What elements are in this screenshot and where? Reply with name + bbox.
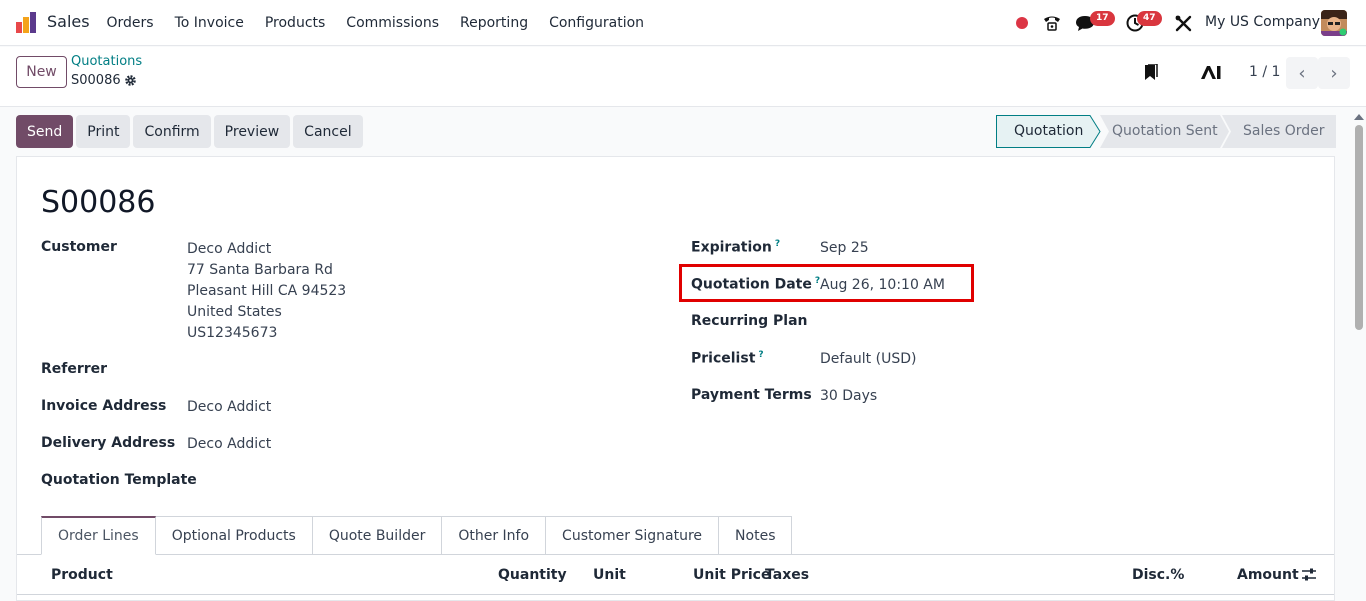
phone-icon[interactable] — [1042, 13, 1062, 33]
menu-orders[interactable]: Orders — [96, 15, 164, 31]
optional-columns-icon[interactable] — [1301, 567, 1317, 583]
bookmark-icon[interactable] — [1144, 64, 1158, 81]
referrer-label: Referrer — [41, 361, 108, 377]
company-switcher[interactable]: My US Company — [1205, 14, 1320, 30]
col-quantity[interactable]: Quantity — [498, 567, 567, 583]
tab-customer-signature[interactable]: Customer Signature — [546, 516, 720, 555]
recurring-plan-label: Recurring Plan — [691, 313, 808, 329]
preview-button[interactable]: Preview — [213, 115, 291, 148]
sales-app-icon[interactable] — [15, 12, 37, 34]
menu-commissions[interactable]: Commissions — [336, 15, 450, 31]
payment-terms-field[interactable]: 30 Days — [820, 388, 877, 404]
referrer-field[interactable] — [187, 357, 617, 383]
debug-tools-icon[interactable] — [1173, 13, 1193, 33]
invoice-address-field[interactable]: Deco Addict — [187, 399, 271, 415]
customer-street: 77 Santa Barbara Rd — [187, 262, 333, 278]
expiration-label: Expiration? — [691, 239, 780, 256]
table-header-divider — [17, 594, 1334, 595]
print-button[interactable]: Print — [76, 115, 131, 148]
notebook-tabs: Order Lines Optional Products Quote Buil… — [41, 516, 793, 555]
menu-reporting[interactable]: Reporting — [450, 15, 539, 31]
pager-previous-icon[interactable]: ‹ — [1286, 57, 1318, 89]
customer-city: Pleasant Hill CA 94523 — [187, 283, 347, 299]
col-disc[interactable]: Disc.% — [1132, 567, 1184, 583]
menu-configuration[interactable]: Configuration — [539, 15, 655, 31]
new-button[interactable]: New — [16, 56, 67, 88]
main-menu: Orders To Invoice Products Commissions R… — [96, 0, 655, 46]
highlight-box — [679, 264, 974, 302]
scroll-up-icon[interactable] — [1354, 114, 1364, 120]
customer-field[interactable]: Deco Addict 77 Santa Barbara Rd Pleasant… — [187, 239, 346, 344]
tab-optional-products[interactable]: Optional Products — [155, 516, 313, 555]
ai-assist-icon[interactable] — [1200, 65, 1222, 80]
breadcrumb-quotations[interactable]: Quotations — [71, 54, 142, 69]
tab-order-lines[interactable]: Order Lines — [41, 516, 156, 555]
col-product[interactable]: Product — [51, 567, 113, 583]
menu-products[interactable]: Products — [254, 15, 335, 31]
control-panel: New Quotations S00086 1 / 1 ‹ › — [0, 47, 1366, 107]
customer-label: Customer — [41, 239, 117, 255]
customer-name[interactable]: Deco Addict — [187, 239, 346, 260]
stage-sales-order[interactable]: Sales Order — [1243, 123, 1325, 139]
pager-next-icon[interactable]: › — [1318, 57, 1350, 89]
record-title: S00086 — [41, 185, 156, 220]
col-amount[interactable]: Amount — [1237, 567, 1299, 583]
user-avatar[interactable] — [1321, 10, 1347, 36]
quotation-template-field[interactable] — [187, 468, 617, 494]
tab-other-info[interactable]: Other Info — [442, 516, 547, 555]
send-button[interactable]: Send — [16, 115, 74, 148]
delivery-address-label: Delivery Address — [41, 435, 176, 451]
action-buttons: Send Print Confirm Preview Cancel — [16, 115, 363, 148]
pricelist-label-text: Pricelist — [691, 350, 756, 367]
activities-badge: 47 — [1137, 11, 1162, 26]
customer-country: United States — [187, 304, 282, 320]
invoice-address-label: Invoice Address — [41, 398, 167, 414]
pager-value[interactable]: 1 / 1 — [1249, 64, 1280, 80]
app-name[interactable]: Sales — [47, 12, 90, 31]
breadcrumb-current: S00086 — [71, 73, 121, 88]
expiration-label-text: Expiration — [691, 239, 772, 256]
stage-quotation[interactable]: Quotation — [1014, 123, 1083, 139]
confirm-button[interactable]: Confirm — [133, 115, 211, 148]
stage-quotation-sent[interactable]: Quotation Sent — [1112, 123, 1218, 139]
expiration-field[interactable]: Sep 25 — [820, 240, 869, 256]
pricelist-field[interactable]: Default (USD) — [820, 351, 916, 367]
menu-to-invoice[interactable]: To Invoice — [164, 15, 254, 31]
recording-indicator-icon[interactable] — [1016, 17, 1028, 29]
pricelist-help-icon[interactable]: ? — [758, 350, 763, 360]
form-sheet: S00086 Customer Deco Addict 77 Santa Bar… — [16, 156, 1335, 601]
tab-notes[interactable]: Notes — [719, 516, 793, 555]
customer-vat: US12345673 — [187, 325, 278, 341]
quotation-template-label: Quotation Template — [41, 472, 197, 488]
col-unit[interactable]: Unit — [593, 567, 626, 583]
delivery-address-field[interactable]: Deco Addict — [187, 436, 271, 452]
expiration-help-icon[interactable]: ? — [775, 239, 780, 249]
scrollbar-thumb[interactable] — [1355, 125, 1363, 330]
cancel-button[interactable]: Cancel — [293, 115, 363, 148]
pricelist-label: Pricelist? — [691, 350, 764, 367]
tab-quote-builder[interactable]: Quote Builder — [312, 516, 443, 555]
recurring-plan-field[interactable] — [820, 309, 1260, 335]
gear-icon[interactable] — [124, 74, 137, 87]
col-unit-price[interactable]: Unit Price — [693, 567, 770, 583]
top-navbar: Sales Orders To Invoice Products Commiss… — [0, 0, 1366, 46]
col-taxes[interactable]: Taxes — [765, 567, 809, 583]
messages-badge: 17 — [1090, 11, 1115, 26]
payment-terms-label: Payment Terms — [691, 387, 812, 403]
